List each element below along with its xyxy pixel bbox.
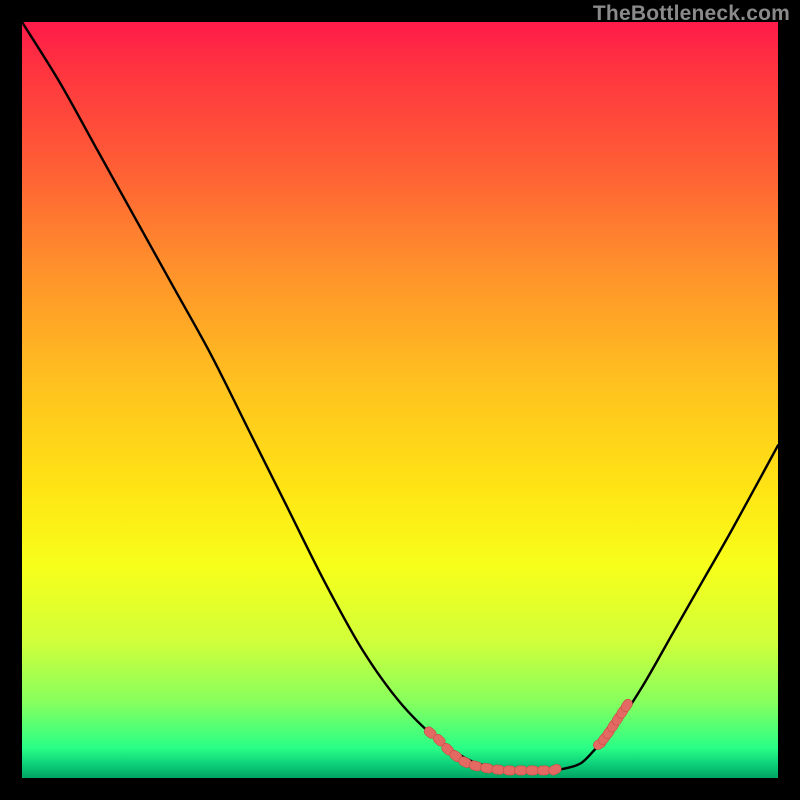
curve-markers (422, 697, 634, 776)
watermark-text: TheBottleneck.com (593, 2, 790, 26)
curve-marker (547, 763, 563, 777)
chart-svg (22, 22, 778, 778)
curve-marker (537, 766, 550, 776)
bottleneck-curve (22, 22, 778, 771)
